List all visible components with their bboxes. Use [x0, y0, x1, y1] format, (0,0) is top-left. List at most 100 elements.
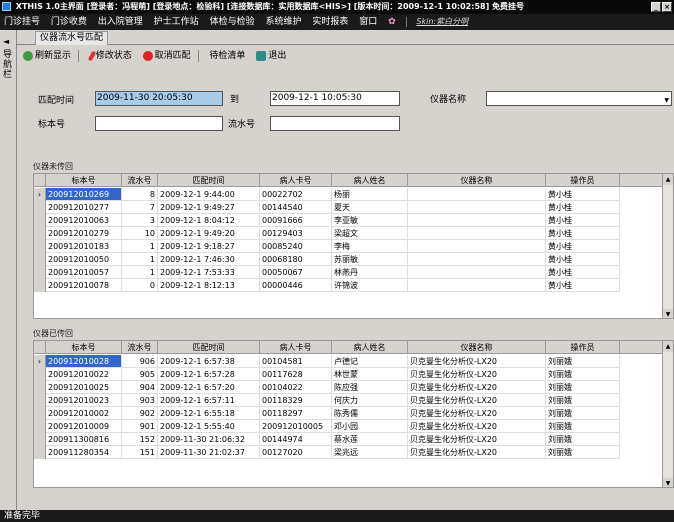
cell-match-time[interactable]: 2009-12-1 9:44:00 [158, 188, 260, 201]
cell-operator[interactable]: 黄小桂 [546, 266, 620, 279]
cell-operator[interactable]: 刘丽娥 [546, 446, 620, 459]
cell-patient-name[interactable]: 夏天 [332, 201, 408, 214]
cell-operator[interactable]: 黄小桂 [546, 240, 620, 253]
cell-match-time[interactable]: 2009-12-1 9:49:20 [158, 227, 260, 240]
cell-operator[interactable]: 黄小桂 [546, 214, 620, 227]
scroll-down-icon[interactable]: ▼ [663, 309, 673, 318]
cell-operator[interactable]: 刘丽娥 [546, 420, 620, 433]
cell-patient-card-no[interactable]: 00022702 [260, 188, 332, 201]
cell-instrument-name[interactable]: 贝克曼生化分析仪-LX20 [408, 394, 546, 407]
cell-match-time[interactable]: 2009-12-1 9:18:27 [158, 240, 260, 253]
cell-patient-card-no[interactable]: 00000446 [260, 279, 332, 292]
menu-outpatient-charge[interactable]: 门诊收费 [47, 14, 91, 30]
cell-serial-no[interactable]: 1 [122, 240, 158, 253]
cell-serial-no[interactable]: 3 [122, 214, 158, 227]
cell-instrument-name[interactable] [408, 188, 546, 201]
exit-button[interactable]: 退出 [254, 46, 288, 66]
cell-serial-no[interactable]: 906 [122, 355, 158, 368]
table-row[interactable]: 200911300816 152 2009-11-30 21:06:32 001449… [34, 433, 673, 446]
column-header-match-time[interactable]: 匹配时间 [158, 341, 260, 354]
cell-match-time[interactable]: 2009-12-1 6:55:18 [158, 407, 260, 420]
cell-patient-name[interactable]: 梁超文 [332, 227, 408, 240]
cell-match-time[interactable]: 2009-12-1 7:46:30 [158, 253, 260, 266]
cell-match-time[interactable]: 2009-11-30 21:02:37 [158, 446, 260, 459]
cell-patient-card-no[interactable]: 00129403 [260, 227, 332, 240]
cell-patient-card-no[interactable]: 00144540 [260, 201, 332, 214]
cell-patient-card-no[interactable]: 00118297 [260, 407, 332, 420]
cell-serial-no[interactable]: 8 [122, 188, 158, 201]
column-header-instrument-name[interactable]: 仪器名称 [408, 174, 546, 187]
table-row[interactable]: › 200912010028 906 2009-12-1 6:57:38 0010458… [34, 355, 673, 368]
nav-sidebar-label[interactable]: 导航栏 [3, 50, 13, 80]
cell-instrument-name[interactable]: 贝克曼生化分析仪-LX20 [408, 420, 546, 433]
cell-instrument-name[interactable]: 贝克曼生化分析仪-LX20 [408, 407, 546, 420]
menu-outpatient-register[interactable]: 门诊挂号 [0, 14, 44, 30]
row-indicator[interactable] [34, 201, 46, 214]
close-button[interactable]: × [662, 2, 672, 12]
cell-patient-name[interactable]: 林世蒙 [332, 368, 408, 381]
menu-nurse-station[interactable]: 护士工作站 [150, 14, 203, 30]
table-row[interactable]: 200912010023 903 2009-12-1 6:57:11 00118329… [34, 394, 673, 407]
cell-match-time[interactable]: 2009-12-1 9:49:27 [158, 201, 260, 214]
column-header-patient-card-no[interactable]: 病人卡号 [260, 341, 332, 354]
table-row[interactable]: 200912010057 1 2009-12-1 7:53:33 00050067 林燕… [34, 266, 673, 279]
cell-specimen-no[interactable]: 200912010269 [46, 188, 122, 201]
cell-patient-card-no[interactable]: 00104581 [260, 355, 332, 368]
row-indicator[interactable] [34, 381, 46, 394]
cell-patient-name[interactable]: 李梅 [332, 240, 408, 253]
cell-serial-no[interactable]: 903 [122, 394, 158, 407]
cell-patient-card-no[interactable]: 00118329 [260, 394, 332, 407]
date-to-input[interactable]: 2009-12-1 10:05:30 [270, 91, 400, 106]
date-from-input[interactable]: 2009-11-30 20:05:30 [95, 91, 223, 106]
cell-match-time[interactable]: 2009-12-1 6:57:11 [158, 394, 260, 407]
cell-specimen-no[interactable]: 200912010279 [46, 227, 122, 240]
cell-instrument-name[interactable]: 贝克曼生化分析仪-LX20 [408, 433, 546, 446]
refresh-button[interactable]: 刷新显示 [21, 46, 73, 66]
cell-operator[interactable]: 刘丽娥 [546, 355, 620, 368]
table-row[interactable]: 200912010050 1 2009-12-1 7:46:30 00068180 苏丽… [34, 253, 673, 266]
cell-patient-name[interactable]: 何庆力 [332, 394, 408, 407]
cell-serial-no[interactable]: 0 [122, 279, 158, 292]
cell-serial-no[interactable]: 1 [122, 253, 158, 266]
column-header-instrument-name[interactable]: 仪器名称 [408, 341, 546, 354]
row-indicator[interactable] [34, 253, 46, 266]
cell-instrument-name[interactable] [408, 279, 546, 292]
column-header-patient-card-no[interactable]: 病人卡号 [260, 174, 332, 187]
column-header-match-time[interactable]: 匹配时间 [158, 174, 260, 187]
cell-patient-name[interactable]: 邓小园 [332, 420, 408, 433]
cell-specimen-no[interactable]: 200912010025 [46, 381, 122, 394]
cell-patient-card-no[interactable]: 00085240 [260, 240, 332, 253]
row-indicator[interactable] [34, 279, 46, 292]
cell-serial-no[interactable]: 7 [122, 201, 158, 214]
cell-patient-card-no[interactable]: 00050067 [260, 266, 332, 279]
cell-patient-name[interactable]: 梁兆远 [332, 446, 408, 459]
menu-realtime-report[interactable]: 实时报表 [308, 14, 352, 30]
minimize-button[interactable]: _ [651, 2, 661, 12]
cell-match-time[interactable]: 2009-12-1 6:57:20 [158, 381, 260, 394]
cell-operator[interactable]: 刘丽娥 [546, 368, 620, 381]
table-row[interactable]: 200912010277 7 2009-12-1 9:49:27 00144540 夏天… [34, 201, 673, 214]
cell-instrument-name[interactable] [408, 214, 546, 227]
skin-selector[interactable]: Skin:紫白分明 [412, 14, 472, 30]
cell-patient-name[interactable]: 卢德记 [332, 355, 408, 368]
cell-serial-no[interactable]: 10 [122, 227, 158, 240]
cell-match-time[interactable]: 2009-12-1 8:12:13 [158, 279, 260, 292]
cell-specimen-no[interactable]: 200912010183 [46, 240, 122, 253]
column-header-operator[interactable]: 操作员 [546, 174, 620, 187]
cell-match-time[interactable]: 2009-11-30 21:06:32 [158, 433, 260, 446]
cell-specimen-no[interactable]: 200912010050 [46, 253, 122, 266]
table-row[interactable]: 200912010279 10 2009-12-1 9:49:20 00129403 梁… [34, 227, 673, 240]
collapse-arrow-icon[interactable]: ◄ [3, 37, 9, 46]
cancel-match-button[interactable]: 取消匹配 [141, 46, 193, 66]
cell-operator[interactable]: 黄小桂 [546, 227, 620, 240]
cell-operator[interactable]: 黄小桂 [546, 188, 620, 201]
cell-serial-no[interactable]: 902 [122, 407, 158, 420]
instrument-name-select[interactable]: ▼ [486, 91, 672, 106]
menu-system-maintenance[interactable]: 系统维护 [261, 14, 305, 30]
cell-match-time[interactable]: 2009-12-1 5:55:40 [158, 420, 260, 433]
cell-serial-no[interactable]: 151 [122, 446, 158, 459]
cell-serial-no[interactable]: 901 [122, 420, 158, 433]
table-row[interactable]: 200912010025 904 2009-12-1 6:57:20 00104022… [34, 381, 673, 394]
cell-patient-card-no[interactable]: 00104022 [260, 381, 332, 394]
cell-serial-no[interactable]: 152 [122, 433, 158, 446]
